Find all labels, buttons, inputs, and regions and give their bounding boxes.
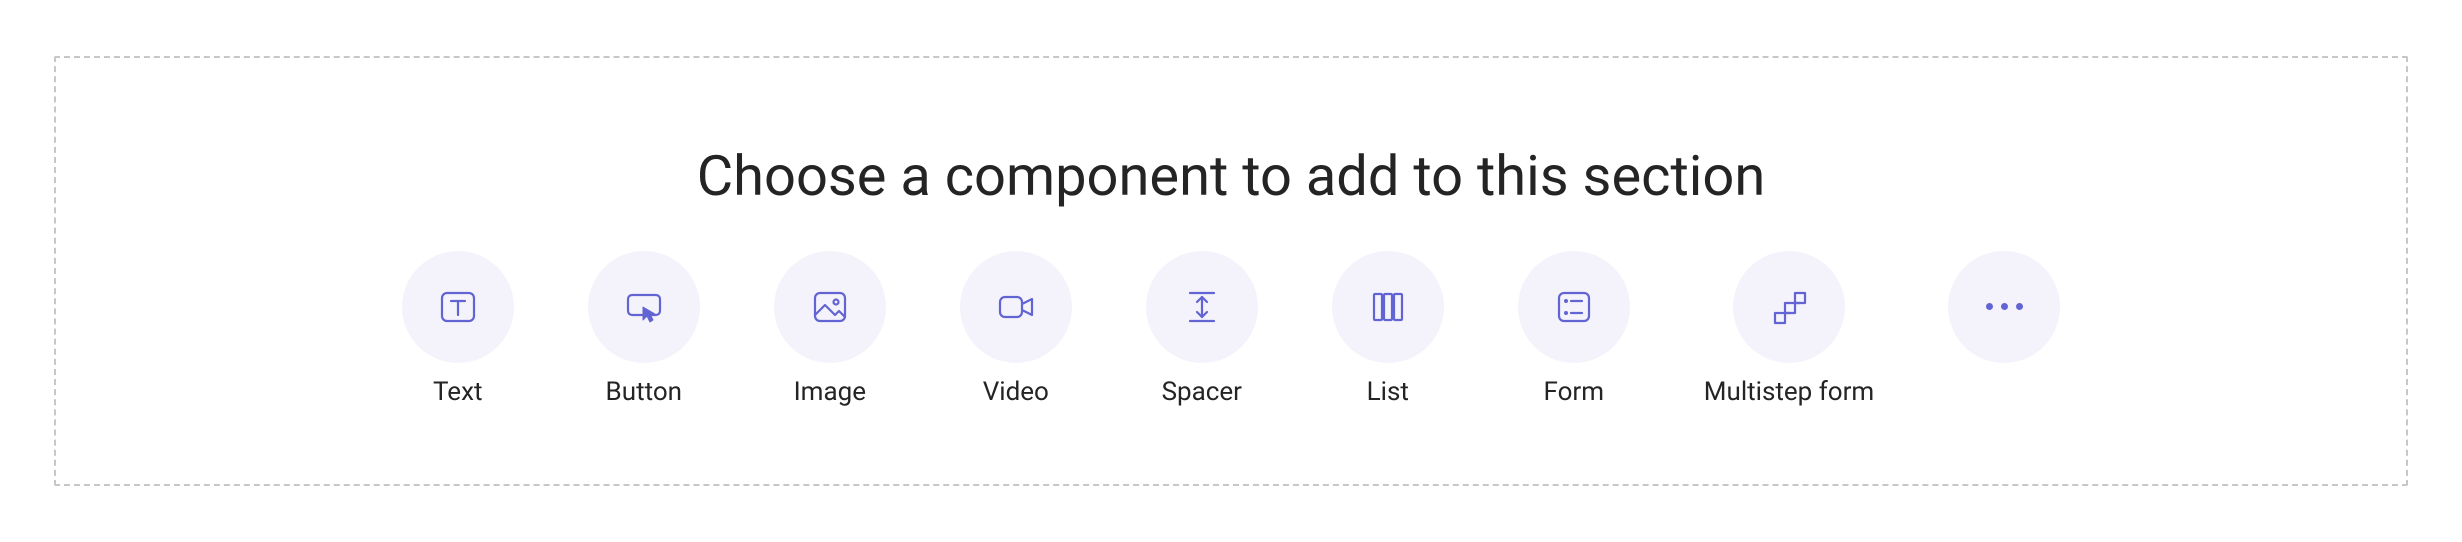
add-video-option[interactable]: Video [960, 251, 1072, 407]
add-text-option[interactable]: Text [402, 251, 514, 407]
option-label: Spacer [1162, 377, 1242, 407]
spacer-icon [1146, 251, 1258, 363]
image-icon [774, 251, 886, 363]
add-button-option[interactable]: Button [588, 251, 700, 407]
component-options-row: Text Button [402, 251, 2060, 407]
option-label: Image [794, 377, 866, 407]
add-multistep-form-option[interactable]: Multistep form [1704, 251, 1874, 407]
multistep-form-icon [1733, 251, 1845, 363]
section-placeholder: Choose a component to add to this sectio… [54, 56, 2408, 486]
section-heading: Choose a component to add to this sectio… [697, 143, 1766, 210]
add-form-option[interactable]: Form [1518, 251, 1630, 407]
add-list-option[interactable]: List [1332, 251, 1444, 407]
option-label: Button [606, 377, 682, 407]
text-icon [402, 251, 514, 363]
form-icon [1518, 251, 1630, 363]
button-icon [588, 251, 700, 363]
more-icon [1948, 251, 2060, 363]
video-icon [960, 251, 1072, 363]
more-components-button[interactable] [1948, 251, 2060, 363]
option-label: Text [433, 377, 482, 407]
option-label: Multistep form [1704, 377, 1874, 407]
add-spacer-option[interactable]: Spacer [1146, 251, 1258, 407]
option-label: Form [1544, 377, 1605, 407]
add-image-option[interactable]: Image [774, 251, 886, 407]
option-label: Video [983, 377, 1049, 407]
list-icon [1332, 251, 1444, 363]
option-label: List [1367, 377, 1409, 407]
